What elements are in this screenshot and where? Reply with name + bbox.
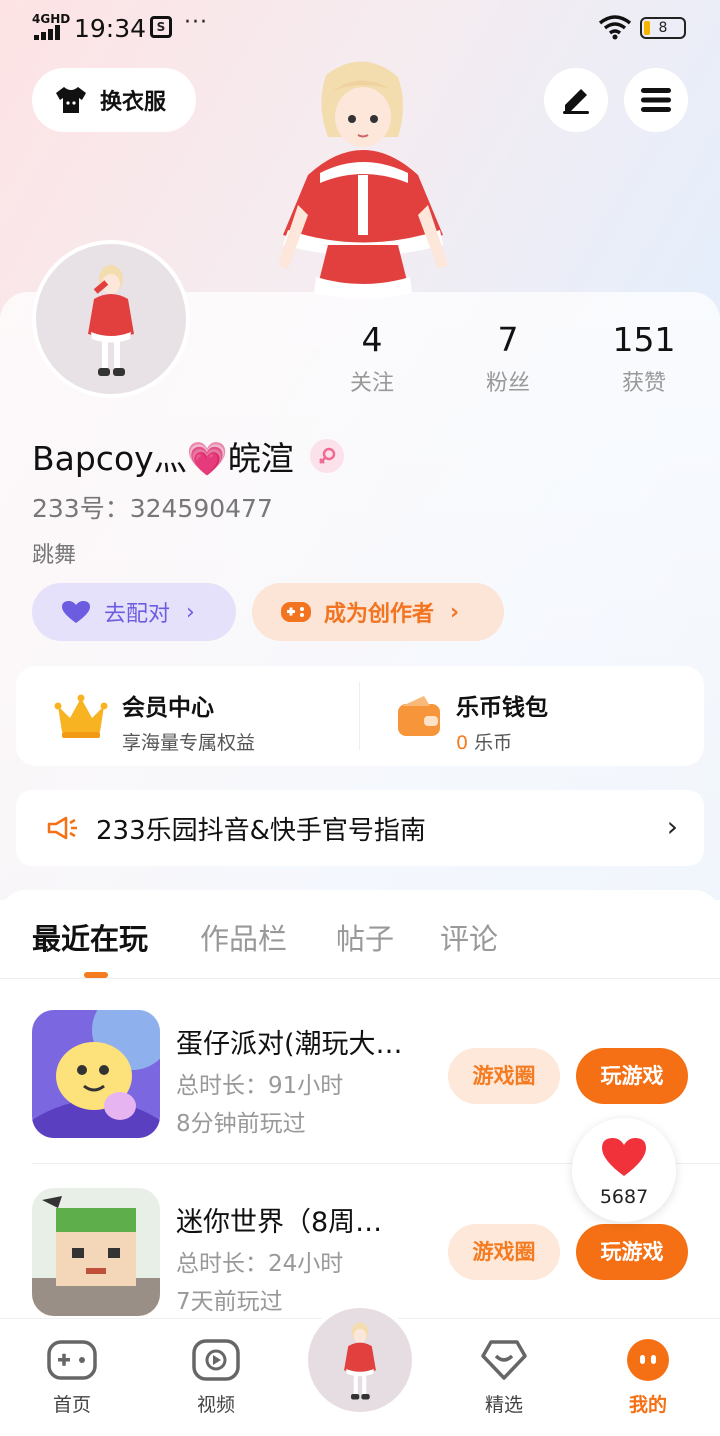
become-creator-label: 成为创作者 xyxy=(324,602,435,627)
wallet-icon xyxy=(398,696,440,736)
stat-following-label: 关注 xyxy=(349,371,394,396)
become-creator-button[interactable]: 成为创作者 › xyxy=(252,583,504,641)
nav-featured[interactable]: 精选 xyxy=(454,1338,554,1417)
wallet-amount: 0 xyxy=(456,732,469,754)
wallet-unit: 乐币 xyxy=(474,732,513,754)
tab-comments[interactable]: 评论 xyxy=(440,916,498,958)
tshirt-icon xyxy=(56,87,86,113)
vip-center-entry[interactable]: 会员中心 享海量专属权益 xyxy=(54,688,354,754)
female-icon xyxy=(309,439,344,473)
game-name: 迷你世界（8周… xyxy=(176,1207,383,1238)
game-last-played: 8分钟前玩过 xyxy=(176,1111,306,1137)
nickname-row: Bapcoy灬💗皖渲 xyxy=(32,432,344,480)
megaphone-icon xyxy=(47,816,77,840)
profile-face-icon xyxy=(627,1339,669,1381)
edit-profile-button[interactable] xyxy=(544,68,608,132)
stat-likes-value: 151 xyxy=(612,320,676,359)
game-duration: 总时长：24小时 xyxy=(176,1251,344,1277)
app-notification-icon: S xyxy=(150,16,172,38)
pencil-icon xyxy=(563,89,589,114)
nickname: Bapcoy灬💗皖渲 xyxy=(32,439,294,478)
game-name: 蛋仔派对(潮玩大… xyxy=(176,1029,403,1060)
divider xyxy=(359,682,360,750)
match-label: 去配对 xyxy=(104,602,171,627)
avatar-figure xyxy=(344,1322,376,1400)
stat-fans-value: 7 xyxy=(497,320,519,359)
gamepad-icon xyxy=(47,1340,97,1380)
nav-mine[interactable]: 我的 xyxy=(598,1338,698,1417)
signal-icon xyxy=(34,24,64,40)
chevron-right-icon: › xyxy=(450,599,460,625)
user-bio: 跳舞 xyxy=(32,543,77,568)
stat-likes[interactable]: 151 获赞 xyxy=(584,320,704,397)
game-icon-mini-world[interactable] xyxy=(32,1188,160,1316)
nav-video-label: 视频 xyxy=(196,1394,235,1416)
user-id: 233号：324590477 xyxy=(32,494,273,523)
stat-following[interactable]: 4 关注 xyxy=(312,320,432,397)
nav-home[interactable]: 首页 xyxy=(22,1338,122,1417)
chevron-right-icon: › xyxy=(186,599,195,625)
profile-avatar[interactable] xyxy=(32,240,190,398)
play-game-button[interactable]: 玩游戏 xyxy=(576,1048,688,1104)
stat-fans-label: 粉丝 xyxy=(485,371,530,396)
status-bar: 4GHD 19:34 S ··· 8 xyxy=(0,0,720,56)
stat-likes-label: 获赞 xyxy=(621,371,666,396)
video-play-icon xyxy=(192,1339,240,1381)
nav-home-label: 首页 xyxy=(52,1394,91,1416)
game-icon-eggy-party[interactable] xyxy=(32,1010,160,1138)
tab-recently-played[interactable]: 最近在玩 xyxy=(32,916,148,958)
heart-icon xyxy=(62,601,90,623)
nav-center-avatar[interactable] xyxy=(304,1304,416,1416)
game-duration: 总时长：91小时 xyxy=(176,1073,344,1099)
services-card: 会员中心 享海量专属权益 乐币钱包 0 乐币 xyxy=(16,666,704,766)
menu-icon xyxy=(641,88,671,112)
guide-banner[interactable]: 233乐园抖音&快手官号指南 › xyxy=(16,790,704,866)
heart-diamond-icon xyxy=(481,1340,527,1380)
heart-icon xyxy=(602,1138,646,1176)
floating-like-button[interactable]: 5687 xyxy=(572,1118,676,1222)
play-game-button[interactable]: 玩游戏 xyxy=(576,1224,688,1280)
crown-icon xyxy=(54,694,108,738)
nav-video[interactable]: 视频 xyxy=(166,1338,266,1417)
chevron-right-icon: › xyxy=(666,810,678,843)
character-avatar-illustration[interactable] xyxy=(258,55,468,300)
clock: 19:34 xyxy=(74,14,147,43)
divider xyxy=(0,978,720,979)
vip-title: 会员中心 xyxy=(122,695,214,721)
tab-posts[interactable]: 帖子 xyxy=(336,916,394,958)
battery-icon: 8 xyxy=(640,17,686,39)
game-circle-button[interactable]: 游戏圈 xyxy=(448,1224,560,1280)
change-outfit-button[interactable]: 换衣服 xyxy=(32,68,196,132)
vip-subtitle: 享海量专属权益 xyxy=(122,732,256,754)
match-button[interactable]: 去配对 › xyxy=(32,583,236,641)
avatar-figure xyxy=(88,265,134,376)
more-notifications-icon: ··· xyxy=(184,10,208,35)
wallet-entry[interactable]: 乐币钱包 0 乐币 xyxy=(394,688,694,754)
wallet-title: 乐币钱包 xyxy=(456,695,548,721)
stat-following-value: 4 xyxy=(361,320,383,359)
wifi-icon xyxy=(598,15,632,40)
change-outfit-label: 换衣服 xyxy=(100,90,167,115)
tab-works[interactable]: 作品栏 xyxy=(200,916,287,958)
game-last-played: 7天前玩过 xyxy=(176,1289,283,1315)
game-circle-button[interactable]: 游戏圈 xyxy=(448,1048,560,1104)
nav-mine-label: 我的 xyxy=(628,1394,667,1416)
guide-text: 233乐园抖音&快手官号指南 xyxy=(96,815,426,846)
stat-fans[interactable]: 7 粉丝 xyxy=(448,320,568,397)
gamepad-icon xyxy=(281,602,311,622)
like-count: 5687 xyxy=(599,1186,649,1208)
nav-featured-label: 精选 xyxy=(484,1394,523,1416)
menu-button[interactable] xyxy=(624,68,688,132)
